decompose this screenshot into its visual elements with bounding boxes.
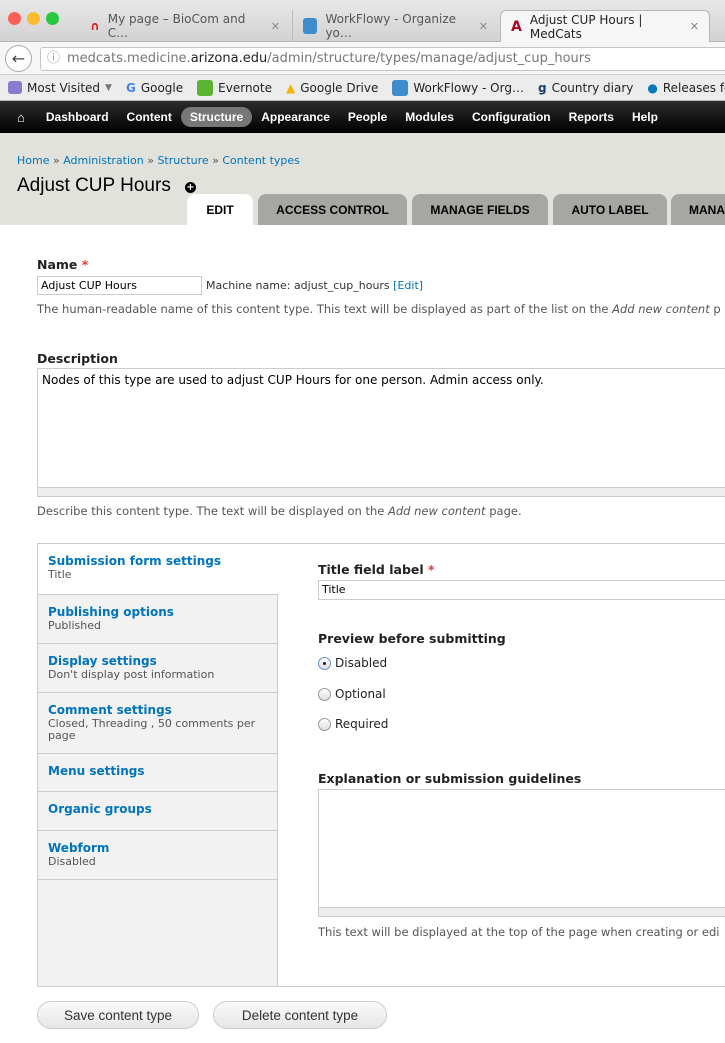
workflowy-icon — [392, 79, 409, 96]
radio-optional[interactable]: Optional — [318, 687, 386, 701]
breadcrumb-administration[interactable]: Administration — [63, 154, 144, 167]
bookmark-country-diary[interactable]: g Country diary — [538, 81, 633, 95]
back-button[interactable]: ← — [5, 45, 32, 72]
guardian-icon: g — [537, 80, 547, 95]
vtab-comment-settings[interactable]: Comment settings Closed, Threading , 50 c… — [38, 693, 278, 754]
evernote-icon — [197, 79, 214, 96]
toolbar-appearance[interactable]: Appearance — [252, 107, 339, 127]
vtab-display-settings[interactable]: Display settings Don't display post infor… — [38, 644, 278, 693]
description-label: Description — [37, 351, 118, 366]
name-help: The human-readable name of this content … — [37, 302, 721, 316]
toolbar-configuration[interactable]: Configuration — [463, 107, 560, 127]
google-icon: G — [125, 80, 136, 95]
admin-toolbar: ⌂ Dashboard Content Structure Appearance… — [0, 101, 725, 133]
guidelines-textarea[interactable] — [318, 789, 725, 908]
guidelines-label: Explanation or submission guidelines — [318, 771, 582, 786]
close-window-button[interactable] — [8, 12, 21, 25]
home-icon[interactable]: ⌂ — [17, 110, 25, 125]
tab-auto-label[interactable]: AUTO LABEL — [553, 194, 667, 225]
preview-label: Preview before submitting — [318, 631, 506, 646]
radio-button[interactable] — [318, 656, 331, 670]
save-content-type-button[interactable]: Save content type — [37, 1001, 199, 1029]
toolbar-reports[interactable]: Reports — [560, 107, 623, 127]
toolbar-content[interactable]: Content — [118, 107, 181, 127]
browser-tab-active[interactable]: A Adjust CUP Hours | MedCats ✕ — [500, 10, 710, 42]
textarea-resize-handle[interactable] — [37, 488, 725, 497]
vtab-webform[interactable]: Webform Disabled — [38, 831, 278, 880]
vtab-submission-form-settings[interactable]: Submission form settings Title — [38, 544, 278, 595]
radio-button[interactable] — [318, 687, 331, 701]
tab-edit[interactable]: EDIT — [187, 194, 253, 225]
toolbar-modules[interactable]: Modules — [396, 107, 463, 127]
biocom-favicon-icon: ∩ — [90, 19, 100, 33]
delete-content-type-button[interactable]: Delete content type — [213, 1001, 387, 1029]
tab-access-control[interactable]: ACCESS CONTROL — [258, 194, 407, 225]
workflowy-favicon-icon — [303, 18, 318, 34]
bookmark-most-visited[interactable]: Most Visited ▼ — [8, 81, 112, 95]
toolbar-people[interactable]: People — [339, 107, 396, 127]
title-field-label: Title field label * — [318, 562, 435, 577]
breadcrumb-structure[interactable]: Structure — [157, 154, 208, 167]
drupal-icon: ● — [647, 80, 658, 95]
tab-manage-fields[interactable]: MANAGE FIELDS — [412, 194, 548, 225]
bookmarks-bar: Most Visited ▼ G Google Evernote ▲ Google D… — [0, 75, 725, 101]
guidelines-help: This text will be displayed at the top o… — [318, 925, 720, 939]
arizona-a-favicon-icon: A — [511, 18, 522, 35]
bookmark-google[interactable]: G Google — [126, 81, 183, 95]
browser-tab[interactable]: WorkFlowy - Organize yo… ✕ — [292, 10, 498, 42]
name-label: Name * — [37, 257, 89, 272]
bookmark-releases[interactable]: ●Releases for — [647, 81, 725, 95]
vtab-organic-groups[interactable]: Organic groups — [38, 792, 278, 831]
close-tab-icon[interactable]: ✕ — [690, 20, 699, 33]
radio-button[interactable] — [318, 717, 331, 731]
folder-icon — [8, 81, 22, 94]
machine-name: Machine name: adjust_cup_hours [Edit] — [206, 279, 424, 292]
tab-manage-display[interactable]: MANA — [671, 194, 725, 225]
page-header: Home » Administration » Structure » Cont… — [0, 133, 725, 225]
bookmark-evernote[interactable]: Evernote — [197, 79, 272, 96]
name-input[interactable]: Adjust CUP Hours — [37, 276, 202, 295]
address-bar: ← ⓘ medcats.medicine.arizona.edu/admin/s… — [0, 42, 725, 75]
zoom-window-button[interactable] — [46, 12, 59, 25]
google-drive-icon: ▲ — [285, 80, 296, 95]
vertical-tabs: Submission form settings Title Publishing… — [37, 543, 725, 987]
close-tab-icon[interactable]: ✕ — [271, 20, 280, 33]
radio-required[interactable]: Required — [318, 717, 388, 731]
url-input[interactable]: ⓘ medcats.medicine.arizona.edu/admin/str… — [40, 47, 725, 71]
description-textarea[interactable]: Nodes of this type are used to adjust CU… — [37, 368, 725, 488]
minimize-window-button[interactable] — [27, 12, 40, 25]
vtab-publishing-options[interactable]: Publishing options Published — [38, 595, 278, 644]
vtab-menu-settings[interactable]: Menu settings — [38, 754, 278, 792]
info-icon[interactable]: ⓘ — [47, 48, 60, 70]
bookmark-workflowy[interactable]: WorkFlowy - Org… — [392, 79, 524, 96]
toolbar-structure[interactable]: Structure — [180, 107, 253, 127]
toolbar-help[interactable]: Help — [623, 107, 667, 127]
textarea-resize-handle[interactable] — [318, 908, 725, 917]
machine-name-edit-link[interactable]: [Edit] — [393, 279, 423, 292]
browser-tab-bar: ∩ My page – BioCom and C… ✕ WorkFlowy - … — [0, 0, 725, 42]
add-shortcut-icon[interactable]: + — [185, 182, 196, 193]
radio-disabled[interactable]: Disabled — [318, 656, 387, 670]
toolbar-dashboard[interactable]: Dashboard — [37, 107, 118, 127]
chevron-down-icon: ▼ — [105, 82, 112, 93]
close-tab-icon[interactable]: ✕ — [479, 20, 488, 33]
bookmark-google-drive[interactable]: ▲ Google Drive — [286, 81, 378, 95]
description-help: Describe this content type. The text wil… — [37, 504, 522, 518]
title-field-input[interactable]: Title — [318, 580, 725, 600]
browser-tab[interactable]: ∩ My page – BioCom and C… ✕ — [80, 10, 290, 42]
breadcrumb-home[interactable]: Home — [17, 154, 49, 167]
page-title: Adjust CUP Hours — [17, 175, 171, 196]
breadcrumb-content-types[interactable]: Content types — [222, 154, 300, 167]
breadcrumb: Home » Administration » Structure » Cont… — [17, 154, 300, 167]
